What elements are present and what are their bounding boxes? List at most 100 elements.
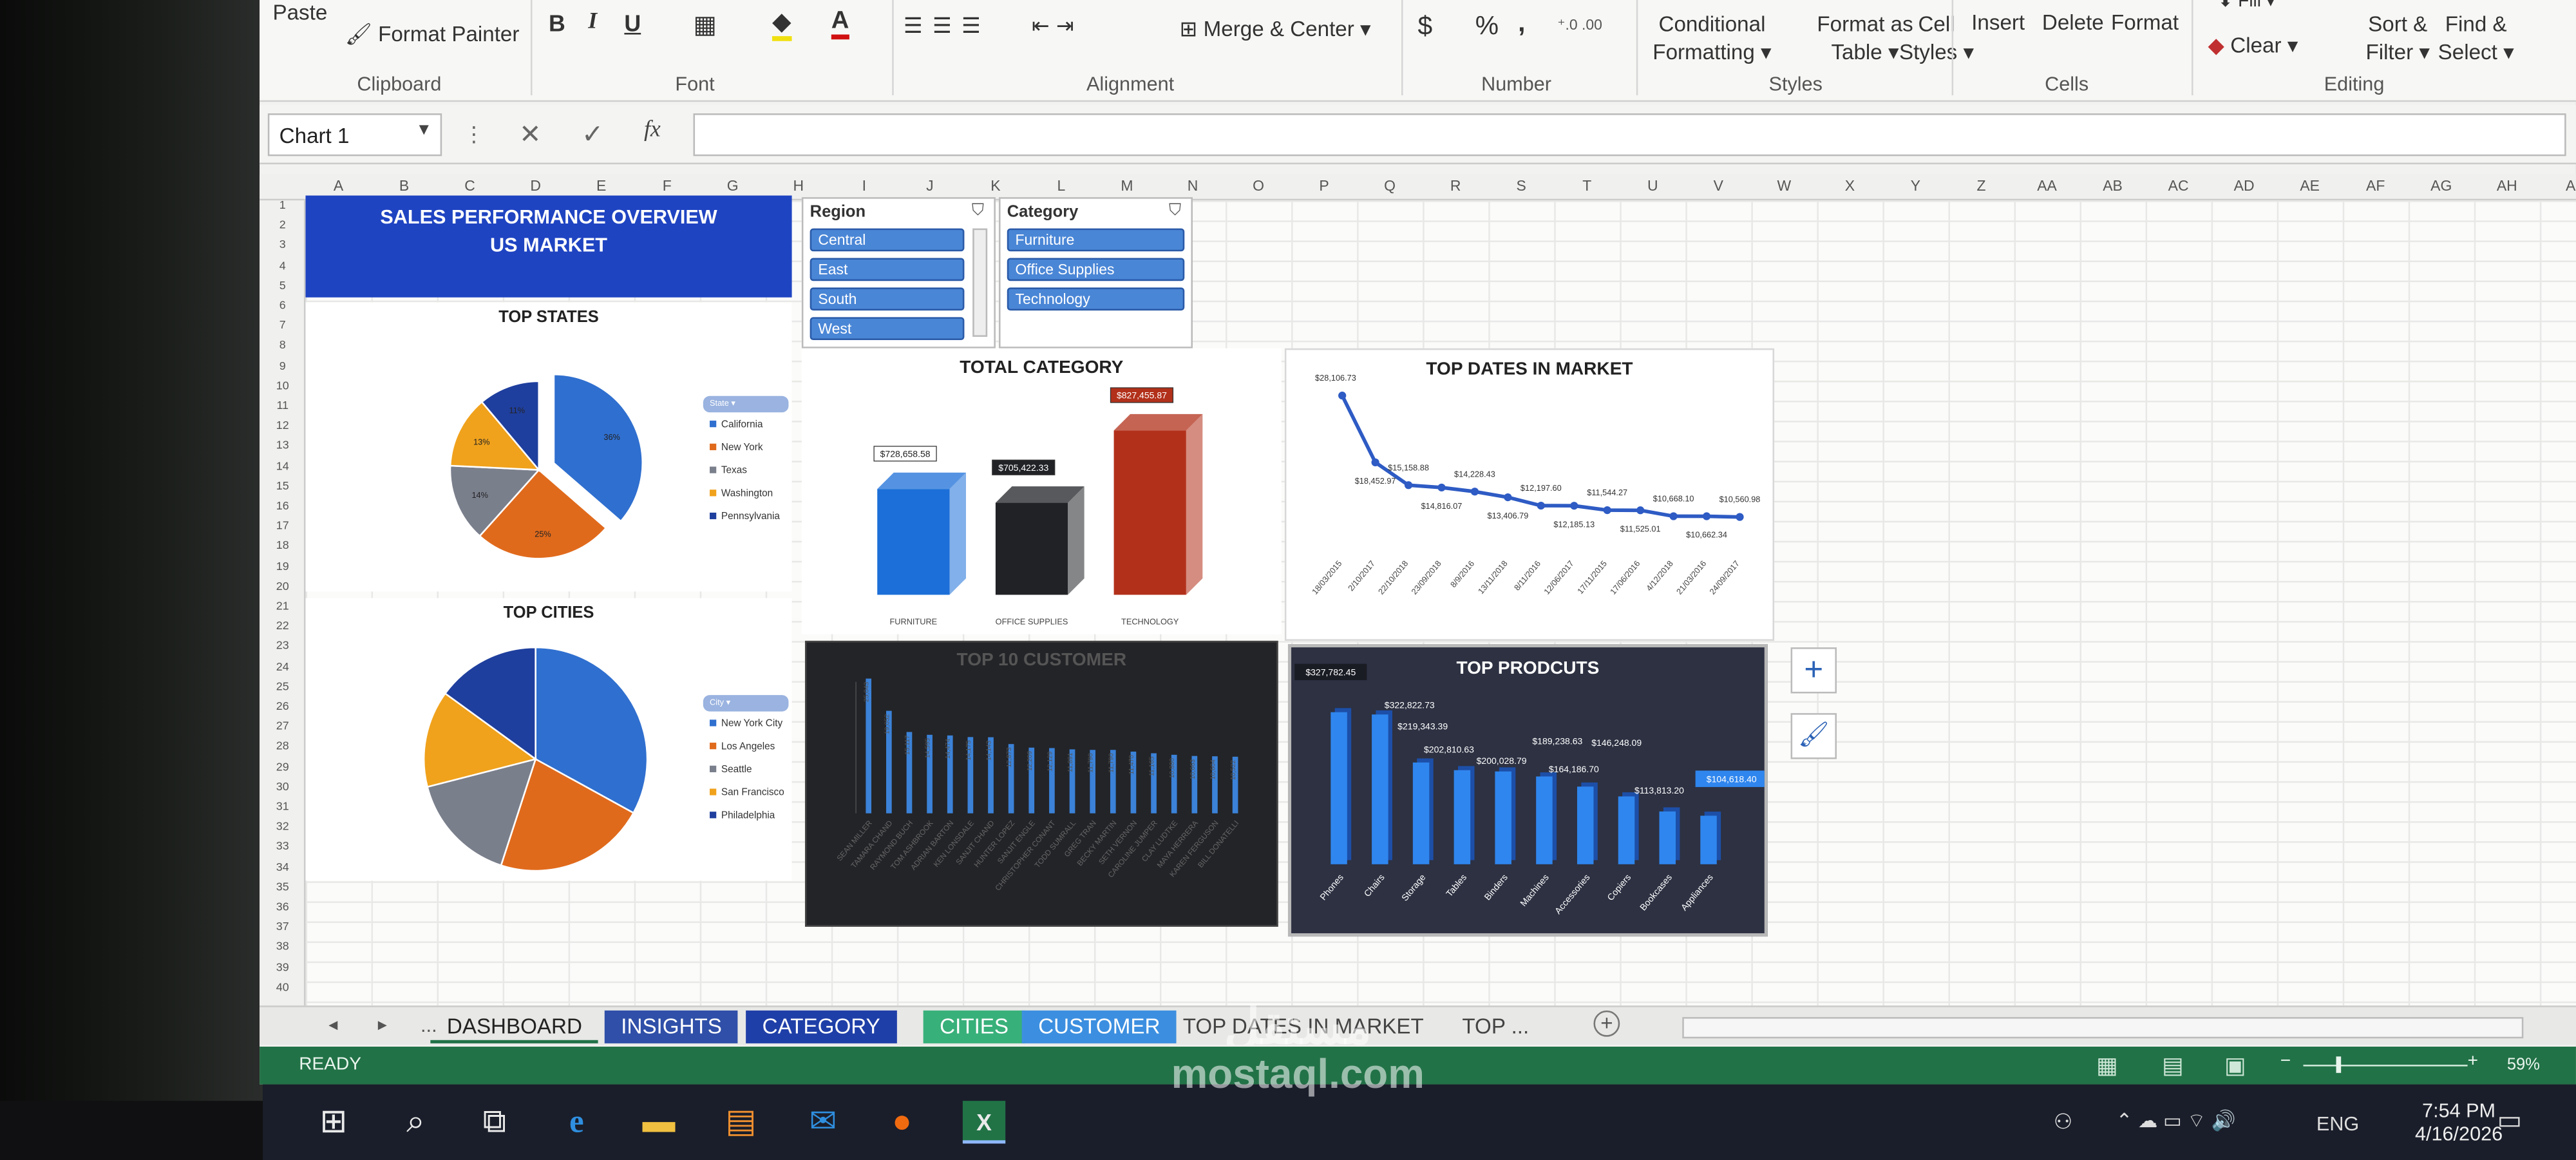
row-header[interactable]: 39 [266, 962, 299, 974]
column-header[interactable]: AA [2014, 178, 2080, 195]
row-header[interactable]: 18 [266, 541, 299, 553]
column-header[interactable]: A [305, 178, 371, 195]
chart-elements-button[interactable]: + [1790, 647, 1837, 694]
column-header[interactable]: J [897, 178, 963, 195]
find-select-button[interactable]: Find & Select ▾ [2438, 10, 2514, 66]
add-sheet-button[interactable]: + [1593, 1010, 1620, 1037]
people-icon[interactable]: ⚇ [2054, 1109, 2073, 1136]
column-header[interactable]: K [963, 178, 1028, 195]
slicer-item-south[interactable]: South [810, 287, 965, 311]
row-header[interactable]: 23 [266, 642, 299, 653]
top-customer-chart[interactable]: TOP 10 CUSTOMER 25,043 SEAN MILLER 19,052 T… [804, 640, 1278, 927]
category-bar[interactable] [995, 502, 1068, 595]
column-header[interactable]: E [569, 178, 634, 195]
column-header[interactable]: H [766, 178, 831, 195]
row-header[interactable]: 2 [266, 220, 299, 232]
zoom-slider[interactable] [2303, 1065, 2468, 1067]
column-header[interactable]: L [1028, 178, 1094, 195]
line-point[interactable] [1470, 488, 1479, 496]
column-header[interactable]: S [1488, 178, 1554, 195]
row-header[interactable]: 7 [266, 321, 299, 332]
percent-button[interactable]: % [1475, 13, 1499, 43]
column-header[interactable]: N [1160, 178, 1226, 195]
font-color-icon[interactable]: A [831, 6, 849, 40]
row-header[interactable]: 25 [266, 681, 299, 693]
underline-button[interactable]: U [624, 10, 641, 36]
top-products-chart[interactable]: TOP PRODCUTS $327,782.45 Phones $322,822.7… [1287, 643, 1768, 937]
column-header[interactable]: AH [2474, 178, 2540, 195]
tab-insights[interactable]: INSIGHTS [604, 1010, 739, 1043]
row-header[interactable]: 40 [266, 982, 299, 994]
row-header[interactable]: 17 [266, 521, 299, 533]
fill-color-icon[interactable]: ◆ [772, 6, 791, 41]
row-header[interactable]: 13 [266, 441, 299, 453]
row-header[interactable]: 4 [266, 261, 299, 272]
product-bar[interactable] [1618, 796, 1635, 864]
zoom-slider-thumb[interactable] [2336, 1056, 2342, 1073]
horizontal-scrollbar[interactable] [1682, 1017, 2524, 1039]
row-header[interactable]: 9 [266, 361, 299, 372]
clear-button[interactable]: ◆ Clear ▾ [2208, 33, 2298, 59]
notification-icon[interactable]: ▭ [2497, 1104, 2523, 1137]
formula-input[interactable] [693, 113, 2566, 157]
name-box[interactable]: Chart 1 ▼ [267, 113, 442, 157]
row-header[interactable]: 19 [266, 561, 299, 573]
line-point[interactable] [1338, 392, 1347, 400]
slicer-scrollbar[interactable] [972, 228, 988, 337]
format-button[interactable]: Format [2111, 10, 2179, 34]
windows-start-icon[interactable]: ⊞ [312, 1101, 355, 1143]
column-header[interactable]: AE [2277, 178, 2343, 195]
row-header[interactable]: 34 [266, 862, 299, 873]
column-header[interactable]: T [1554, 178, 1620, 195]
column-header[interactable]: W [1751, 178, 1817, 195]
region-slicer[interactable]: Region ⛉ Central East South West [801, 197, 996, 348]
clear-filter-icon[interactable]: ⛉ [1169, 202, 1181, 220]
line-point[interactable] [1736, 513, 1744, 521]
tray-icons[interactable]: ⌃ ☁ ▭ ⌔ 🔊 [2116, 1109, 2236, 1134]
align-icons[interactable]: ☰☰☰ [904, 13, 990, 39]
slicer-item-furniture[interactable]: Furniture [1007, 228, 1185, 252]
row-header[interactable]: 22 [266, 622, 299, 633]
category-bar[interactable] [1113, 430, 1186, 595]
column-header[interactable]: I [831, 178, 897, 195]
italic-button[interactable]: I [588, 10, 597, 36]
slicer-item-central[interactable]: Central [810, 228, 965, 252]
column-header[interactable]: B [372, 178, 437, 195]
product-bar[interactable] [1536, 776, 1553, 864]
line-point[interactable] [1504, 493, 1512, 502]
line-point[interactable] [1404, 481, 1413, 490]
product-bar[interactable] [1495, 771, 1511, 864]
fill-button[interactable]: ⬇ Fill ▾ [2218, 0, 2275, 12]
page-layout-icon[interactable]: ▤ [2162, 1052, 2184, 1079]
line-point[interactable] [1371, 458, 1379, 466]
product-bar[interactable] [1454, 770, 1471, 864]
borders-icon[interactable]: ▦ [694, 10, 717, 39]
clock[interactable]: 7:54 PM 4/16/2026 [2415, 1099, 2503, 1145]
language-indicator[interactable]: ENG [2316, 1112, 2359, 1136]
row-header[interactable]: 33 [266, 842, 299, 853]
column-header[interactable]: U [1620, 178, 1685, 195]
column-header[interactable]: AI [2540, 178, 2576, 195]
product-bar[interactable] [1700, 815, 1717, 864]
cancel-icon[interactable]: ✕ [519, 119, 541, 151]
tab-dashboard[interactable]: DASHBOARD [430, 1011, 599, 1043]
row-header[interactable]: 32 [266, 822, 299, 833]
paste-button[interactable]: Paste [272, 0, 327, 24]
row-header[interactable]: 20 [266, 582, 299, 593]
column-header[interactable]: P [1291, 178, 1357, 195]
column-header[interactable]: V [1685, 178, 1751, 195]
column-header[interactable]: AB [2080, 178, 2146, 195]
top-cities-chart[interactable]: TOP CITIES City ▾ New York City Los Angel… [305, 598, 792, 881]
line-point[interactable] [1603, 506, 1611, 515]
file-explorer-icon[interactable]: ▬ [638, 1101, 680, 1143]
indent-icons[interactable]: ⇤⇥ [1032, 13, 1081, 39]
cell-styles-button[interactable]: Cell Styles ▾ [1899, 10, 1974, 66]
product-bar[interactable] [1331, 712, 1347, 864]
column-header[interactable]: M [1094, 178, 1160, 195]
zoom-out-button[interactable]: − [2280, 1052, 2291, 1072]
decimal-icons[interactable]: ⁺.0 .00 [1557, 17, 1602, 35]
slicer-item-office-supplies[interactable]: Office Supplies [1007, 258, 1185, 281]
product-bar[interactable] [1412, 762, 1430, 864]
top-dates-chart[interactable]: TOP DATES IN MARKET $28,106.73 18/03/2015… [1284, 348, 1775, 641]
conditional-formatting-button[interactable]: Conditional Formatting ▾ [1653, 10, 1771, 66]
